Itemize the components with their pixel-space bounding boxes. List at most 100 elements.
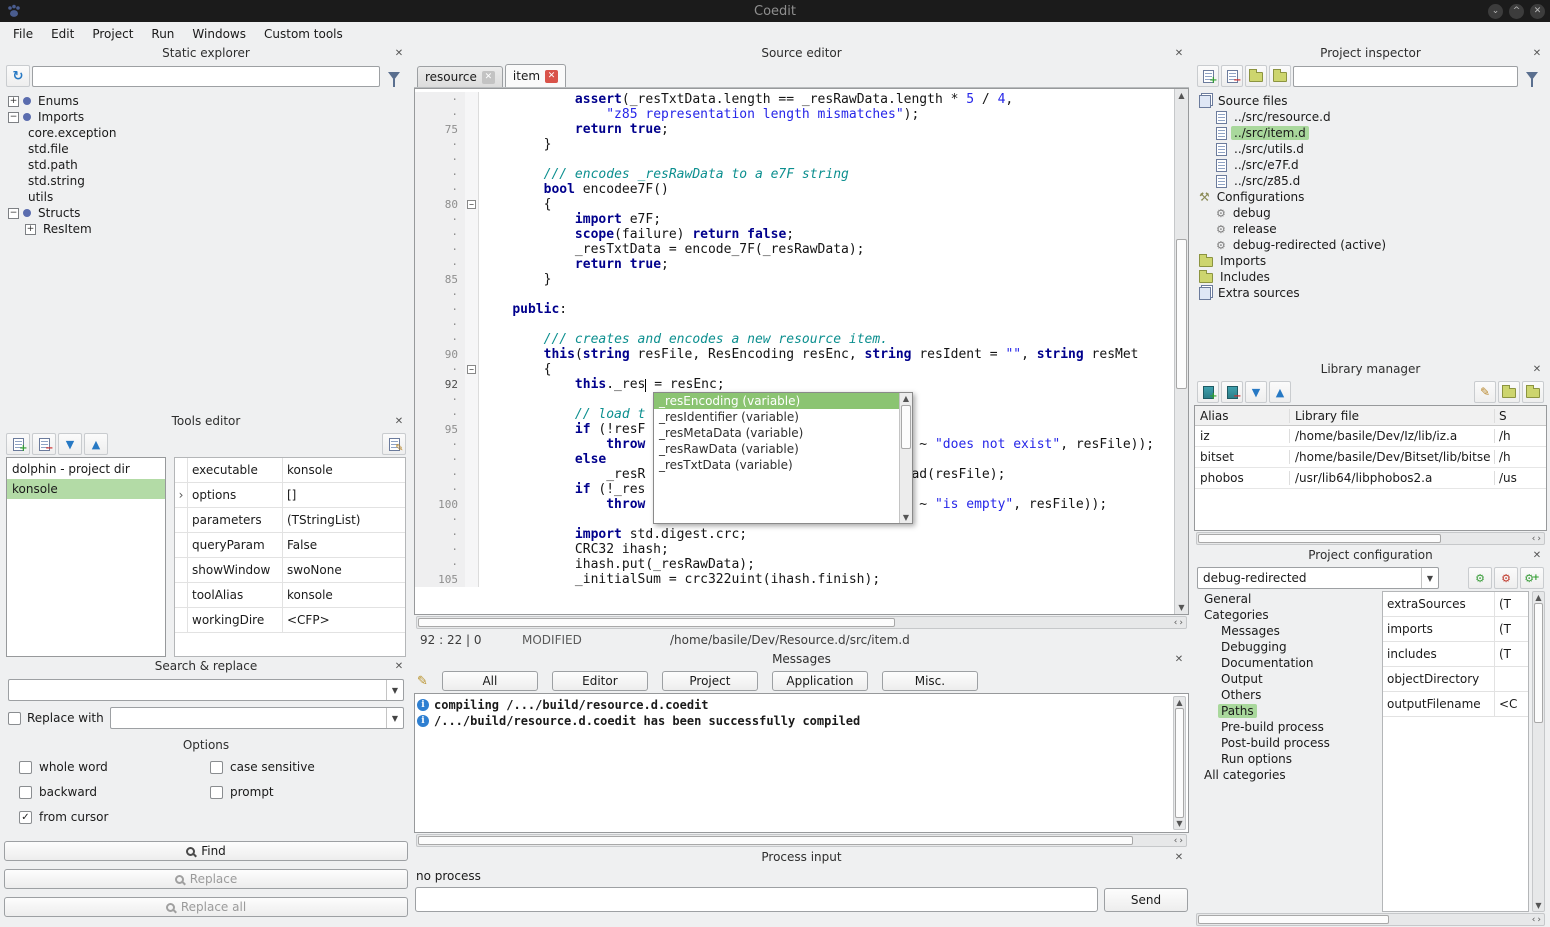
add-folder-tree-button[interactable] [1269,65,1291,87]
close-panel-icon[interactable]: ✕ [1530,363,1544,377]
tree-node-import-item[interactable]: utils [3,189,409,205]
tree-node-enums[interactable]: +Enums [3,93,409,109]
filter-application-button[interactable]: Application [772,671,868,691]
scroll-down-icon[interactable]: ▼ [900,513,912,522]
category-messages[interactable]: Messages [1196,623,1378,639]
code-editor[interactable]: · assert(_resTxtData.length == _resRawDa… [414,88,1189,615]
scroll-right-icon[interactable]: › [1537,915,1541,925]
category-pre-build[interactable]: Pre-build process [1196,719,1378,735]
static-explorer-search[interactable] [32,66,380,87]
node-source-file[interactable]: ../src/e7F.d [1194,157,1547,173]
close-tab-icon[interactable]: ✕ [482,71,495,84]
checkbox-icon[interactable] [210,786,223,799]
add-library-button[interactable]: + [1197,381,1219,403]
menu-windows[interactable]: Windows [183,24,255,44]
move-library-down-button[interactable]: ▼ [1245,381,1267,403]
category-general[interactable]: General [1196,591,1378,607]
filter-button[interactable] [382,65,406,87]
move-tool-up-button[interactable]: ▲ [84,433,108,455]
tab-resource[interactable]: resource✕ [417,66,503,87]
scroll-up-icon[interactable]: ▲ [1175,91,1188,100]
replace-button[interactable]: Replace [4,869,408,889]
close-panel-icon[interactable]: ✕ [1172,653,1186,667]
process-input-field[interactable] [415,887,1098,912]
tree-node-resitem[interactable]: +ResItem [3,221,409,237]
scroll-left-icon[interactable]: ‹ [1174,836,1178,846]
sync-configuration-button[interactable]: ⚙ [1468,567,1492,589]
send-button[interactable]: Send [1104,888,1188,912]
menu-custom-tools[interactable]: Custom tools [255,24,352,44]
close-panel-icon[interactable]: ✕ [1530,47,1544,61]
node-configurations[interactable]: ⚒Configurations [1194,189,1547,205]
replace-with-checkbox[interactable] [8,712,21,725]
add-configuration-button[interactable]: ⚙+ [1520,567,1544,589]
editor-vertical-scrollbar[interactable]: ▲ ▼ [1174,89,1188,614]
scroll-left-icon[interactable]: ‹ [1532,534,1536,544]
column-alias[interactable]: Alias [1195,409,1290,423]
option-prompt[interactable]: prompt [210,785,401,799]
add-tool-button[interactable]: + [6,433,30,455]
property-row[interactable]: includes(T [1383,642,1528,667]
menu-file[interactable]: File [4,24,42,44]
checkbox-icon[interactable] [19,761,32,774]
menu-run[interactable]: Run [142,24,183,44]
search-input[interactable] [33,67,379,86]
editor-horizontal-scrollbar[interactable]: ‹› [416,616,1187,629]
tree-node-import-item[interactable]: std.string [3,173,409,189]
message-row[interactable]: i/.../build/resource.d.coedit has been s… [417,713,1186,729]
library-from-file-button[interactable] [1498,381,1520,403]
replace-all-button[interactable]: Replace all [4,897,408,917]
node-extra-sources[interactable]: Extra sources [1194,285,1547,301]
node-includes[interactable]: Includes [1194,269,1547,285]
close-window-button[interactable]: ✕ [1530,4,1545,19]
completion-item[interactable]: _resRawData (variable) [654,441,899,457]
tab-item[interactable]: item✕ [505,64,566,87]
property-row[interactable]: parameters(TStringList) [175,508,405,533]
close-panel-icon[interactable]: ✕ [392,415,406,429]
refresh-button[interactable]: ↻ [6,65,30,87]
filter-misc-button[interactable]: Misc. [882,671,978,691]
option-from-cursor[interactable]: ✓from cursor [19,810,210,824]
filter-button[interactable] [1520,65,1544,87]
option-backward[interactable]: backward [19,785,210,799]
maximize-window-button[interactable]: ^ [1509,4,1524,19]
library-row[interactable]: phobos/usr/lib64/libphobos2.a/us [1195,468,1546,489]
scroll-right-icon[interactable]: › [1537,534,1541,544]
checkbox-checked-icon[interactable]: ✓ [19,811,32,824]
scroll-right-icon[interactable]: › [1179,618,1183,628]
tool-item[interactable]: dolphin - project dir [7,459,165,479]
message-row[interactable]: icompiling /.../build/resource.d.coedit [417,697,1186,713]
property-row[interactable]: ›options[] [175,483,405,508]
category-all[interactable]: All categories [1196,767,1378,783]
completion-item[interactable]: _resMetaData (variable) [654,425,899,441]
category-post-build[interactable]: Post-build process [1196,735,1378,751]
chevron-down-icon[interactable]: ▼ [1421,568,1438,588]
category-output[interactable]: Output [1196,671,1378,687]
category-categories[interactable]: Categories [1196,607,1378,623]
scroll-up-icon[interactable]: ▲ [1174,698,1185,707]
node-source-files[interactable]: Source files [1194,93,1547,109]
messages-vertical-scrollbar[interactable]: ▲ ▼ [1173,696,1186,830]
shade-window-button[interactable]: ⌄ [1488,4,1503,19]
property-row[interactable]: showWindowswoNone [175,558,405,583]
category-debugging[interactable]: Debugging [1196,639,1378,655]
completion-item[interactable]: _resIdentifier (variable) [654,409,899,425]
clear-messages-icon[interactable]: ✎ [417,675,428,688]
tool-item-selected[interactable]: konsole [7,479,165,499]
node-source-file[interactable]: ../src/z85.d [1194,173,1547,189]
node-imports[interactable]: Imports [1194,253,1547,269]
column-source[interactable]: S [1495,409,1546,423]
close-tab-icon[interactable]: ✕ [545,70,558,83]
completion-item[interactable]: _resTxtData (variable) [654,457,899,473]
filter-editor-button[interactable]: Editor [552,671,648,691]
checkbox-icon[interactable] [210,761,223,774]
node-source-file[interactable]: ../src/utils.d [1194,141,1547,157]
scroll-down-icon[interactable]: ▼ [1533,901,1544,910]
add-source-button[interactable]: + [1197,65,1219,87]
property-row[interactable]: queryParamFalse [175,533,405,558]
checkbox-icon[interactable] [19,786,32,799]
category-documentation[interactable]: Documentation [1196,655,1378,671]
close-panel-icon[interactable]: ✕ [392,660,406,674]
messages-horizontal-scrollbar[interactable]: ‹› [416,834,1187,847]
tree-node-import-item[interactable]: std.file [3,141,409,157]
